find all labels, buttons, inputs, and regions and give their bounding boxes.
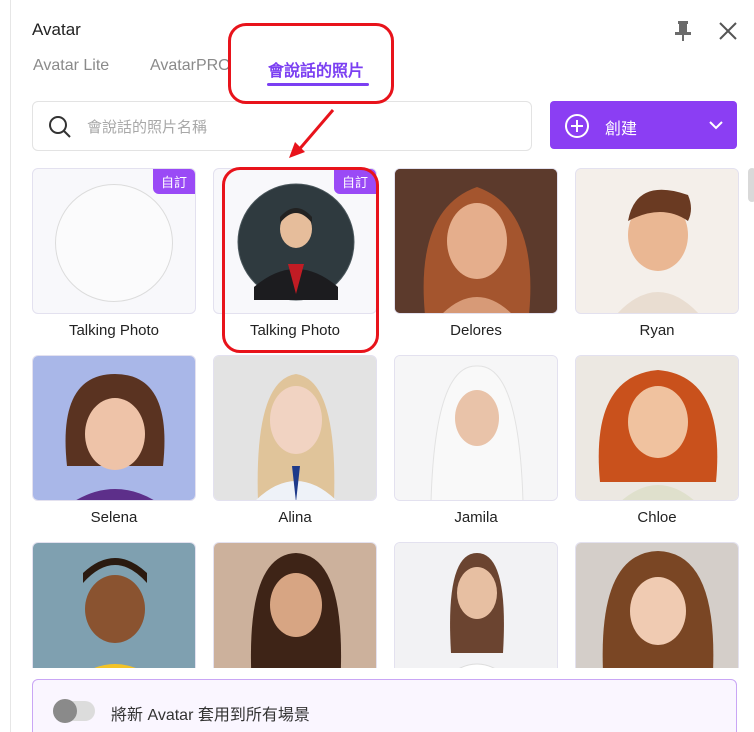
annotation-highlight-card (222, 167, 379, 353)
avatar-card[interactable]: 自訂 Talking Photo (32, 168, 196, 339)
avatar-thumbnail[interactable] (213, 355, 377, 501)
avatar-name: Alina (278, 509, 312, 526)
avatar-portrait (576, 543, 738, 668)
avatar-name: Jamila (454, 509, 498, 526)
avatar-portrait (33, 356, 195, 500)
avatar-thumbnail[interactable] (394, 168, 558, 314)
avatar-grid: 自訂 Talking Photo 自訂 Talking Photo Delore… (32, 168, 744, 668)
avatar-thumbnail[interactable] (32, 355, 196, 501)
avatar-thumbnail[interactable]: 自訂 (32, 168, 196, 314)
avatar-name: Chloe (637, 509, 677, 526)
empty-avatar-placeholder (55, 184, 173, 302)
avatar-card[interactable]: Ryan (575, 168, 739, 339)
avatar-name: Selena (90, 509, 138, 526)
avatar-portrait (214, 543, 376, 668)
avatar-thumbnail[interactable] (394, 542, 558, 668)
avatar-name: Ryan (639, 322, 675, 339)
avatar-card[interactable] (575, 542, 739, 668)
scrollbar-thumb[interactable] (748, 168, 754, 202)
avatar-card[interactable]: Alina (213, 355, 377, 526)
avatar-card[interactable] (394, 542, 558, 668)
avatar-portrait (576, 356, 738, 500)
avatar-name: Delores (450, 322, 502, 339)
avatar-card[interactable] (32, 542, 196, 668)
panel-title: Avatar (32, 20, 81, 39)
add-circle-icon (565, 114, 589, 138)
create-button-label: 創建 (605, 121, 638, 138)
avatar-card[interactable]: Delores (394, 168, 558, 339)
avatar-thumbnail[interactable] (32, 542, 196, 668)
avatar-portrait (576, 169, 738, 313)
avatar-portrait (33, 543, 195, 668)
search-box[interactable] (32, 101, 532, 151)
search-icon (49, 116, 71, 138)
avatar-card[interactable]: Chloe (575, 355, 739, 526)
avatar-portrait (395, 543, 557, 668)
avatar-thumbnail[interactable] (575, 542, 739, 668)
avatar-name: Talking Photo (68, 322, 160, 339)
avatar-thumbnail[interactable] (394, 355, 558, 501)
avatar-portrait (395, 356, 557, 500)
avatar-card[interactable]: Selena (32, 355, 196, 526)
chevron-down-icon[interactable] (708, 119, 724, 131)
avatar-portrait (214, 356, 376, 500)
annotation-arrow-icon (289, 109, 335, 158)
avatar-panel: Avatar Avatar Lite AvatarPRO 會說話的照片 創建 (10, 0, 754, 732)
apply-all-label: 將新 Avatar 套用到所有場景 (111, 707, 310, 724)
close-icon[interactable] (716, 19, 740, 43)
avatar-thumbnail[interactable] (575, 168, 739, 314)
pin-icon[interactable] (673, 20, 693, 42)
avatar-portrait (395, 169, 557, 313)
create-button[interactable]: 創建 (550, 101, 737, 149)
apply-all-toggle[interactable] (53, 699, 95, 723)
avatar-thumbnail[interactable] (213, 542, 377, 668)
tab-avatar-lite[interactable]: Avatar Lite (33, 57, 109, 75)
apply-all-scenes-bar: 將新 Avatar 套用到所有場景 (32, 679, 737, 732)
tab-avatar-pro[interactable]: AvatarPRO (150, 57, 231, 75)
avatar-card[interactable] (213, 542, 377, 668)
avatar-thumbnail[interactable] (575, 355, 739, 501)
toggle-knob (53, 699, 77, 723)
custom-badge: 自訂 (152, 169, 195, 194)
avatar-card[interactable]: Jamila (394, 355, 558, 526)
annotation-highlight-tab (228, 23, 394, 104)
